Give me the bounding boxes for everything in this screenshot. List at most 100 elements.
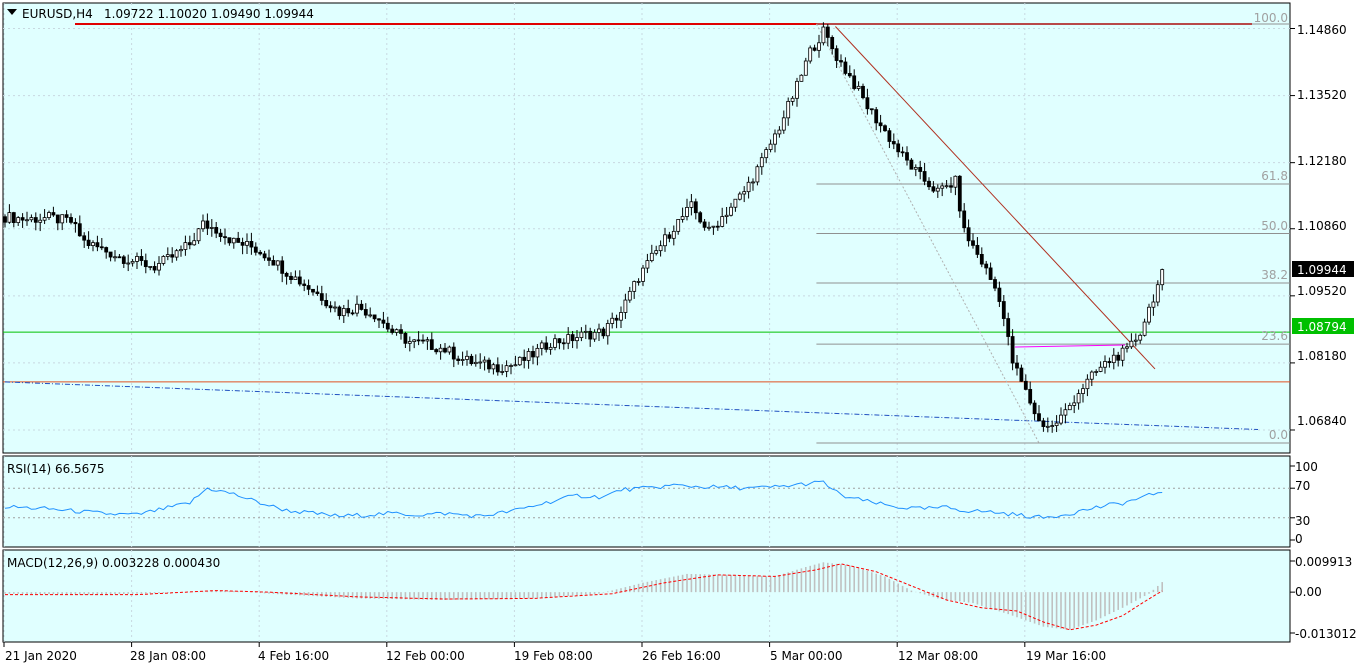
price-tick: 1.10860 bbox=[1297, 219, 1347, 233]
candle-body bbox=[504, 365, 509, 372]
candle-body bbox=[808, 47, 813, 62]
candle-body bbox=[399, 329, 403, 334]
candle-body bbox=[469, 355, 474, 365]
candle-body bbox=[29, 217, 34, 221]
candle-body bbox=[909, 159, 914, 170]
candle-body bbox=[1041, 420, 1046, 427]
candle-body bbox=[953, 175, 958, 188]
candle-body bbox=[746, 181, 751, 193]
candle-body bbox=[575, 337, 579, 342]
ohlc-label: 1.09722 1.10020 1.09490 1.09944 bbox=[104, 7, 314, 21]
candle-body bbox=[355, 303, 359, 314]
price-tick: 1.14860 bbox=[1297, 23, 1347, 37]
fib-label-0: 0.0 bbox=[1269, 428, 1288, 442]
candle-body bbox=[328, 305, 333, 309]
candle-body bbox=[905, 152, 909, 161]
candle-body bbox=[390, 328, 395, 333]
candle-body bbox=[1155, 284, 1160, 303]
candle-body bbox=[1147, 306, 1151, 323]
candle-body bbox=[557, 338, 562, 344]
candle-body bbox=[324, 300, 329, 307]
candle-body bbox=[1063, 409, 1068, 416]
candle-body bbox=[667, 234, 672, 239]
candle-body bbox=[157, 263, 161, 271]
candle-body bbox=[720, 216, 725, 227]
candle-body bbox=[108, 251, 113, 258]
candle-body bbox=[790, 97, 795, 102]
candle-body bbox=[610, 317, 615, 324]
candle-body bbox=[764, 149, 769, 159]
candle-body bbox=[698, 212, 703, 223]
candle-body bbox=[1045, 425, 1050, 428]
main-chart-panel[interactable] bbox=[2, 2, 1291, 454]
candle-body bbox=[346, 308, 351, 314]
candle-body bbox=[209, 227, 214, 229]
candle-body bbox=[1094, 371, 1099, 373]
candle-body bbox=[297, 276, 302, 285]
candle-body bbox=[201, 220, 205, 230]
candle-body bbox=[847, 73, 852, 77]
candle-body bbox=[91, 242, 95, 246]
candle-body bbox=[253, 246, 258, 253]
candle-body bbox=[957, 175, 962, 212]
candle-body bbox=[42, 217, 47, 221]
candle-body bbox=[825, 26, 830, 38]
candle-body bbox=[931, 186, 936, 192]
time-tick: 21 Jan 2020 bbox=[5, 649, 77, 663]
candle-body bbox=[1129, 340, 1134, 348]
candle-body bbox=[394, 329, 399, 333]
candle-body bbox=[689, 201, 694, 208]
price-tick: 1.12180 bbox=[1297, 154, 1347, 168]
candle-body bbox=[231, 237, 236, 244]
candle-body bbox=[513, 364, 518, 367]
fib-label-100: 100.0 bbox=[1254, 11, 1288, 25]
candle-body bbox=[20, 217, 25, 221]
candle-body bbox=[922, 171, 927, 182]
candle-body bbox=[425, 339, 430, 342]
candle-body bbox=[658, 245, 663, 252]
candle-body bbox=[223, 236, 227, 239]
candle-body bbox=[1023, 380, 1028, 390]
candle-body bbox=[645, 260, 650, 269]
candle-body bbox=[614, 317, 619, 321]
candle-body bbox=[944, 185, 949, 188]
candle-body bbox=[350, 312, 355, 315]
candle-body bbox=[702, 221, 707, 228]
candle-body bbox=[38, 219, 43, 223]
candle-body bbox=[693, 201, 698, 214]
candle-body bbox=[183, 242, 188, 250]
candle-body bbox=[975, 244, 980, 255]
rsi-panel[interactable] bbox=[2, 455, 1291, 548]
candle-body bbox=[707, 226, 711, 229]
time-tick: 28 Jan 08:00 bbox=[130, 649, 206, 663]
candle-body bbox=[289, 275, 293, 280]
price-tick: 1.06840 bbox=[1297, 414, 1347, 428]
candle-body bbox=[11, 212, 16, 224]
candle-body bbox=[817, 42, 821, 51]
candle-body bbox=[491, 364, 496, 370]
candle-body bbox=[451, 346, 456, 360]
candle-body bbox=[1120, 347, 1125, 361]
candle-body bbox=[913, 167, 918, 170]
candle-body bbox=[715, 225, 720, 228]
candle-body bbox=[139, 256, 144, 261]
candle-body bbox=[1103, 361, 1107, 368]
candle-body bbox=[55, 214, 60, 224]
candle-body bbox=[900, 151, 905, 154]
candle-body bbox=[416, 339, 421, 342]
candle-body bbox=[1028, 388, 1033, 404]
candle-body bbox=[966, 227, 971, 242]
chart-canvas[interactable]: EURUSD,H4 1.09722 1.10020 1.09490 1.0994… bbox=[0, 0, 1362, 669]
candle-body bbox=[143, 260, 148, 268]
candle-body bbox=[751, 181, 755, 184]
candle-body bbox=[887, 130, 892, 142]
candle-body bbox=[566, 334, 571, 344]
fib-label-61-8: 61.8 bbox=[1261, 169, 1288, 183]
candle-body bbox=[583, 330, 588, 333]
candle-body bbox=[768, 143, 773, 150]
candle-body bbox=[685, 207, 689, 217]
candle-body bbox=[1107, 361, 1112, 364]
candle-body bbox=[641, 267, 645, 282]
candle-body bbox=[148, 266, 153, 268]
candle-body bbox=[1085, 378, 1090, 390]
